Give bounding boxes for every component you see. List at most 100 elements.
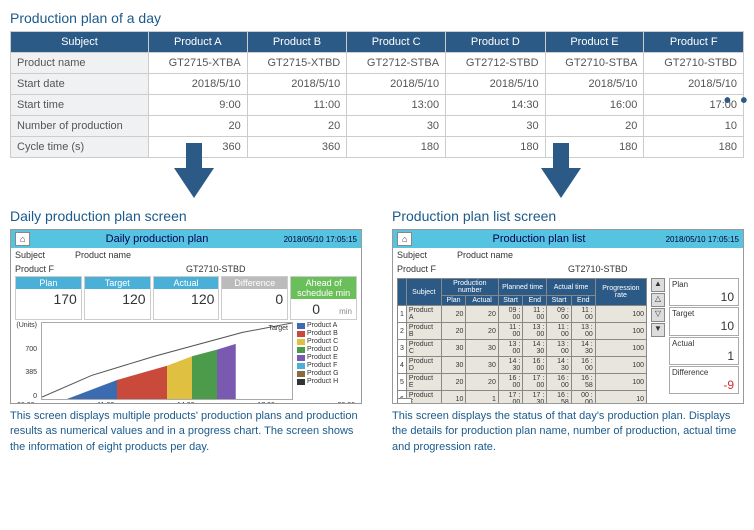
table-header: Subject xyxy=(11,32,149,53)
row-label: Number of production xyxy=(11,116,149,137)
side-stat: Target10 xyxy=(669,307,739,335)
list-subheader: End xyxy=(571,296,595,306)
table-row[interactable]: 4Product D303014 : 3016 : 0014 : 3016 : … xyxy=(398,357,647,374)
table-row[interactable]: 3Product C303013 : 0014 : 3013 : 0014 : … xyxy=(398,340,647,357)
table-cell: GT2710-STBA xyxy=(545,53,644,74)
timestamp: 2018/05/10 17:05:15 xyxy=(284,235,357,244)
side-stat: Plan10 xyxy=(669,278,739,306)
table-header: Product E xyxy=(545,32,644,53)
list-header: Planned time xyxy=(498,279,546,296)
table-row[interactable]: 1Product A202009 : 0011 : 0009 : 0011 : … xyxy=(398,306,647,323)
legend-item: Product D xyxy=(297,346,357,353)
table-cell: 16:00 xyxy=(545,95,644,116)
table-cell: 14:30 xyxy=(446,95,546,116)
row-label: Cycle time (s) xyxy=(11,137,149,158)
list-subheader: Plan xyxy=(441,296,466,306)
xtick: 17:00 xyxy=(257,402,275,404)
scroll-button[interactable]: ▼ xyxy=(651,323,665,337)
progress-chart: Target xyxy=(41,322,293,400)
row-label: Start time xyxy=(11,95,149,116)
legend-item: Product E xyxy=(297,354,357,361)
table-cell: 2018/5/10 xyxy=(148,74,247,95)
table-cell: 20 xyxy=(247,116,347,137)
row-label: Start date xyxy=(11,74,149,95)
row-label: Product name xyxy=(11,53,149,74)
subject-label: Subject xyxy=(397,250,457,260)
pname-label: Product name xyxy=(75,250,215,260)
stat-box: Difference0 xyxy=(221,276,288,320)
home-icon[interactable]: ⌂ xyxy=(15,232,30,246)
daily-plan-screen: ⌂ Daily production plan 2018/05/10 17:05… xyxy=(10,229,362,404)
list-header: Actual time xyxy=(547,279,595,296)
list-subheader: Start xyxy=(498,296,522,306)
list-header xyxy=(398,279,407,306)
side-stat: Actual1 xyxy=(669,337,739,365)
table-cell: 20 xyxy=(148,116,247,137)
scroll-button[interactable]: △ xyxy=(651,293,665,307)
ytick: 700 xyxy=(15,346,37,353)
table-cell: 13:00 xyxy=(347,95,446,116)
side-stats: Plan10Target10Actual1Difference-9 xyxy=(669,278,739,394)
scroll-button[interactable]: ▽ xyxy=(651,308,665,322)
table-header: Product B xyxy=(247,32,347,53)
ylabel: (Units) xyxy=(15,322,37,329)
scroll-button[interactable]: ▲ xyxy=(651,278,665,292)
table-header: Product D xyxy=(446,32,546,53)
xtick: 11:00 xyxy=(97,402,114,404)
left-desc: This screen displays multiple products' … xyxy=(10,409,362,455)
legend-item: Product H xyxy=(297,378,357,385)
pname-value: GT2710-STBD xyxy=(568,264,739,274)
list-header: Subject xyxy=(406,279,441,306)
table-row[interactable]: 2Product B202011 : 0013 : 0011 : 0013 : … xyxy=(398,323,647,340)
ytick: 385 xyxy=(15,369,37,376)
stat-box: Target120 xyxy=(84,276,151,320)
legend-item: Product C xyxy=(297,338,357,345)
table-cell: 180 xyxy=(644,137,744,158)
page-heading: Production plan of a day xyxy=(10,10,744,26)
side-stat: Difference-9 xyxy=(669,366,739,394)
list-subheader: Start xyxy=(547,296,571,306)
table-cell: 10 xyxy=(644,116,744,137)
screen-title: Daily production plan xyxy=(30,233,283,245)
pname-label: Product name xyxy=(457,250,597,260)
table-cell: GT2710-STBD xyxy=(644,53,744,74)
table-row[interactable]: 5Product E202016 : 0017 : 0016 : 0016 : … xyxy=(398,374,647,391)
table-row[interactable]: 6Product F10117 : 0017 : 3016 : 5800 : 0… xyxy=(398,391,647,405)
stat-box: Actual120 xyxy=(153,276,220,320)
table-cell: 2018/5/10 xyxy=(446,74,546,95)
table-cell: 11:00 xyxy=(247,95,347,116)
list-subheader: Actual xyxy=(466,296,498,306)
home-icon[interactable]: ⌂ xyxy=(397,398,412,404)
xtick: 14:00 xyxy=(177,402,195,404)
table-cell: 2018/5/10 xyxy=(347,74,446,95)
table-cell: 360 xyxy=(247,137,347,158)
table-cell: 30 xyxy=(347,116,446,137)
arrow-down-icon xyxy=(174,168,214,198)
table-cell: GT2715-XTBD xyxy=(247,53,347,74)
subject-value: Product F xyxy=(397,264,568,274)
table-header: Product A xyxy=(148,32,247,53)
table-header: Product F xyxy=(644,32,744,53)
table-header: Product C xyxy=(347,32,446,53)
right-title: Production plan list screen xyxy=(392,208,744,224)
legend-item: Product F xyxy=(297,362,357,369)
subject-value: Product F xyxy=(15,264,186,274)
legend-item: Product B xyxy=(297,330,357,337)
table-cell: GT2715-XTBA xyxy=(148,53,247,74)
target-label: Target xyxy=(269,325,288,332)
chart-legend: Product AProduct BProduct CProduct DProd… xyxy=(297,322,357,400)
stat-box: Ahead of schedule min0min xyxy=(290,276,357,320)
pname-value: GT2710-STBD xyxy=(186,264,357,274)
plan-list-table: SubjectProduction numberPlanned timeActu… xyxy=(397,278,647,394)
timestamp: 2018/05/10 17:05:15 xyxy=(666,235,739,244)
scroll-buttons[interactable]: ▲△▽▼ xyxy=(651,278,665,394)
xtick: 08:00 xyxy=(17,402,35,404)
table-cell: 2018/5/10 xyxy=(247,74,347,95)
home-icon[interactable]: ⌂ xyxy=(397,232,412,246)
arrow-down-icon xyxy=(541,168,581,198)
screen-title: Production plan list xyxy=(412,233,665,245)
list-header: Production number xyxy=(441,279,498,296)
ellipsis: • • • xyxy=(724,90,754,113)
table-cell: 2018/5/10 xyxy=(545,74,644,95)
legend-item: Product A xyxy=(297,322,357,329)
